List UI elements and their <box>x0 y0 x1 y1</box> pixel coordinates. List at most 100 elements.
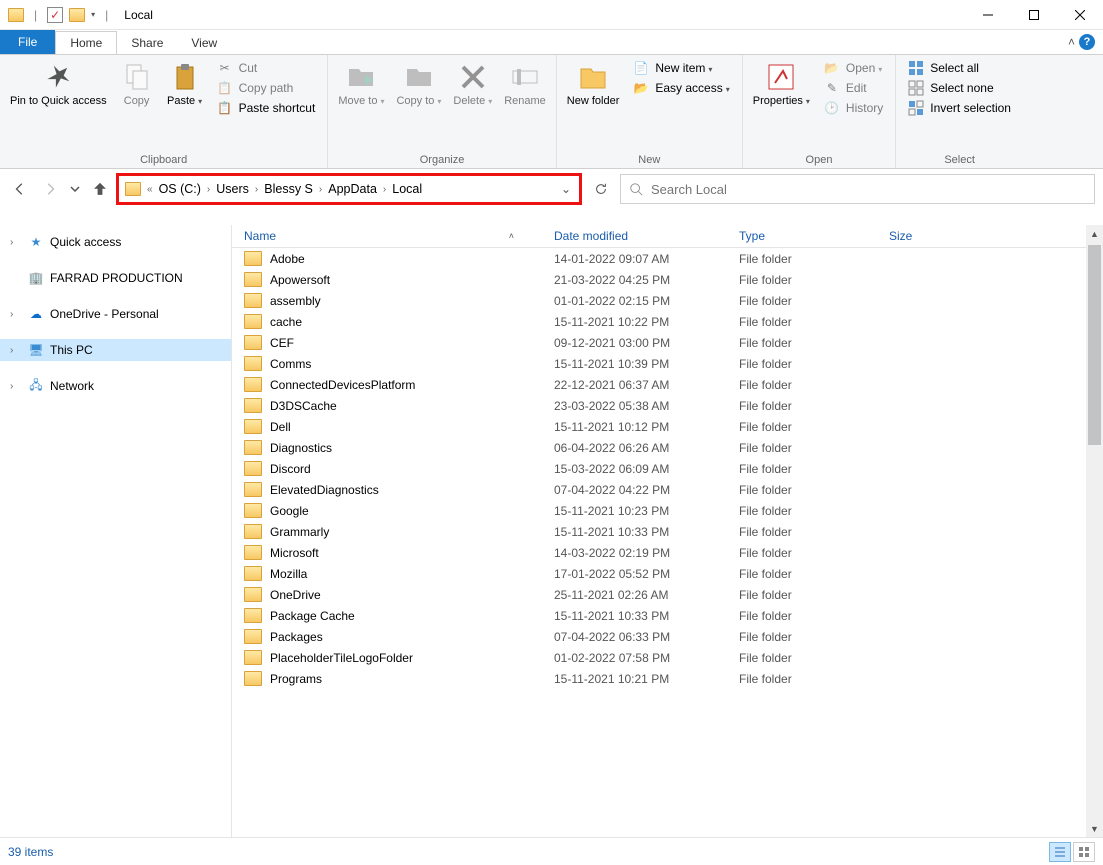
file-row[interactable]: Package Cache15-11-2021 10:33 PMFile fol… <box>232 605 1103 626</box>
file-date: 01-02-2022 07:58 PM <box>554 651 739 665</box>
new-folder-button[interactable]: New folder <box>561 57 626 112</box>
file-date: 14-03-2022 02:19 PM <box>554 546 739 560</box>
open-button[interactable]: 📂Open <box>820 59 887 77</box>
paste-button[interactable]: Paste <box>161 57 209 112</box>
refresh-button[interactable] <box>586 174 616 204</box>
file-row[interactable]: Microsoft14-03-2022 02:19 PMFile folder <box>232 542 1103 563</box>
chevron-icon[interactable]: « <box>145 184 155 195</box>
tree-network[interactable]: ›🖧Network <box>0 375 231 397</box>
file-list[interactable]: Adobe14-01-2022 09:07 AMFile folderApowe… <box>232 248 1103 837</box>
search-box[interactable] <box>620 174 1095 204</box>
copy-button[interactable]: Copy <box>113 57 161 112</box>
crumb-users[interactable]: Users <box>212 182 253 196</box>
scroll-thumb[interactable] <box>1088 245 1101 445</box>
crumb-local[interactable]: Local <box>388 182 426 196</box>
crumb-os[interactable]: OS (C:) <box>155 182 205 196</box>
file-type: File folder <box>739 483 889 497</box>
file-row[interactable]: cache15-11-2021 10:22 PMFile folder <box>232 311 1103 332</box>
pin-quick-access-button[interactable]: Pin to Quick access <box>4 57 113 112</box>
maximize-button[interactable] <box>1011 0 1057 30</box>
file-name: Diagnostics <box>270 441 332 455</box>
select-all-icon <box>908 60 924 76</box>
qat-folder-icon[interactable] <box>69 8 85 22</box>
move-to-button[interactable]: Move to <box>332 57 390 112</box>
file-row[interactable]: Programs15-11-2021 10:21 PMFile folder <box>232 668 1103 689</box>
search-input[interactable] <box>651 182 1086 197</box>
file-row[interactable]: ElevatedDiagnostics07-04-2022 04:22 PMFi… <box>232 479 1103 500</box>
network-icon: 🖧 <box>28 378 44 394</box>
scroll-down-icon[interactable]: ▼ <box>1086 820 1103 837</box>
file-row[interactable]: assembly01-01-2022 02:15 PMFile folder <box>232 290 1103 311</box>
column-date[interactable]: Date modified <box>554 229 739 243</box>
file-row[interactable]: OneDrive25-11-2021 02:26 AMFile folder <box>232 584 1103 605</box>
details-view-button[interactable] <box>1049 842 1071 862</box>
back-button[interactable] <box>8 177 32 201</box>
address-bar[interactable]: « OS (C:) › Users › Blessy S › AppData ›… <box>116 173 582 205</box>
easy-access-button[interactable]: 📂Easy access <box>629 79 733 97</box>
file-row[interactable]: Packages07-04-2022 06:33 PMFile folder <box>232 626 1103 647</box>
tree-quick-access[interactable]: ›★Quick access <box>0 231 231 253</box>
chevron-icon[interactable]: › <box>253 184 260 195</box>
chevron-icon[interactable]: › <box>317 184 324 195</box>
column-size[interactable]: Size <box>889 229 1103 243</box>
up-button[interactable] <box>88 177 112 201</box>
tree-this-pc[interactable]: ›🖥This PC <box>0 339 231 361</box>
help-icon[interactable]: ? <box>1079 34 1095 50</box>
file-type: File folder <box>739 252 889 266</box>
file-row[interactable]: Comms15-11-2021 10:39 PMFile folder <box>232 353 1103 374</box>
chevron-icon[interactable]: › <box>381 184 388 195</box>
scissors-icon: ✂ <box>217 60 233 76</box>
chevron-icon[interactable]: › <box>205 184 212 195</box>
file-row[interactable]: Google15-11-2021 10:23 PMFile folder <box>232 500 1103 521</box>
column-type[interactable]: Type <box>739 229 889 243</box>
copy-path-button[interactable]: 📋Copy path <box>213 79 320 97</box>
crumb-user[interactable]: Blessy S <box>260 182 317 196</box>
delete-button[interactable]: Delete <box>447 57 498 112</box>
collapse-ribbon-icon[interactable]: ˄ <box>1068 35 1075 49</box>
paste-shortcut-button[interactable]: 📋Paste shortcut <box>213 99 320 117</box>
crumb-appdata[interactable]: AppData <box>324 182 381 196</box>
rename-button[interactable]: Rename <box>498 57 552 112</box>
file-row[interactable]: Discord15-03-2022 06:09 AMFile folder <box>232 458 1103 479</box>
tree-farrad[interactable]: 🏢FARRAD PRODUCTION <box>0 267 231 289</box>
forward-button[interactable] <box>38 177 62 201</box>
file-row[interactable]: Adobe14-01-2022 09:07 AMFile folder <box>232 248 1103 269</box>
tab-home[interactable]: Home <box>55 31 117 54</box>
file-row[interactable]: Dell15-11-2021 10:12 PMFile folder <box>232 416 1103 437</box>
column-name[interactable]: Name˄ <box>232 229 554 243</box>
qat-dropdown-icon[interactable]: ▾ <box>91 10 95 19</box>
recent-dropdown[interactable] <box>68 177 82 201</box>
tab-share[interactable]: Share <box>117 32 177 54</box>
select-all-button[interactable]: Select all <box>904 59 1015 77</box>
properties-button[interactable]: Properties <box>747 57 816 112</box>
qat-checkbox-icon[interactable]: ✓ <box>47 7 63 23</box>
file-row[interactable]: Mozilla17-01-2022 05:52 PMFile folder <box>232 563 1103 584</box>
tree-onedrive[interactable]: ›☁OneDrive - Personal <box>0 303 231 325</box>
history-button[interactable]: 🕑History <box>820 99 887 117</box>
separator: | <box>105 8 108 22</box>
new-item-button[interactable]: 📄New item <box>629 59 733 77</box>
file-row[interactable]: ConnectedDevicesPlatform22-12-2021 06:37… <box>232 374 1103 395</box>
tab-file[interactable]: File <box>0 30 55 54</box>
file-row[interactable]: Apowersoft21-03-2022 04:25 PMFile folder <box>232 269 1103 290</box>
file-row[interactable]: PlaceholderTileLogoFolder01-02-2022 07:5… <box>232 647 1103 668</box>
vertical-scrollbar[interactable]: ▲ ▼ <box>1086 225 1103 837</box>
minimize-button[interactable] <box>965 0 1011 30</box>
file-row[interactable]: Diagnostics06-04-2022 06:26 AMFile folde… <box>232 437 1103 458</box>
select-none-button[interactable]: Select none <box>904 79 1015 97</box>
close-button[interactable] <box>1057 0 1103 30</box>
cut-button[interactable]: ✂Cut <box>213 59 320 77</box>
copy-to-button[interactable]: Copy to <box>390 57 447 112</box>
file-row[interactable]: Grammarly15-11-2021 10:33 PMFile folder <box>232 521 1103 542</box>
tab-view[interactable]: View <box>177 32 231 54</box>
edit-button[interactable]: ✎Edit <box>820 79 887 97</box>
address-dropdown-icon[interactable]: ⌄ <box>553 182 579 196</box>
file-row[interactable]: CEF09-12-2021 03:00 PMFile folder <box>232 332 1103 353</box>
file-row[interactable]: D3DSCache23-03-2022 05:38 AMFile folder <box>232 395 1103 416</box>
scroll-up-icon[interactable]: ▲ <box>1086 225 1103 242</box>
large-icons-view-button[interactable] <box>1073 842 1095 862</box>
invert-selection-button[interactable]: Invert selection <box>904 99 1015 117</box>
crumb-root-icon[interactable] <box>119 182 145 196</box>
file-date: 15-11-2021 10:22 PM <box>554 315 739 329</box>
paste-label: Paste <box>167 95 202 108</box>
